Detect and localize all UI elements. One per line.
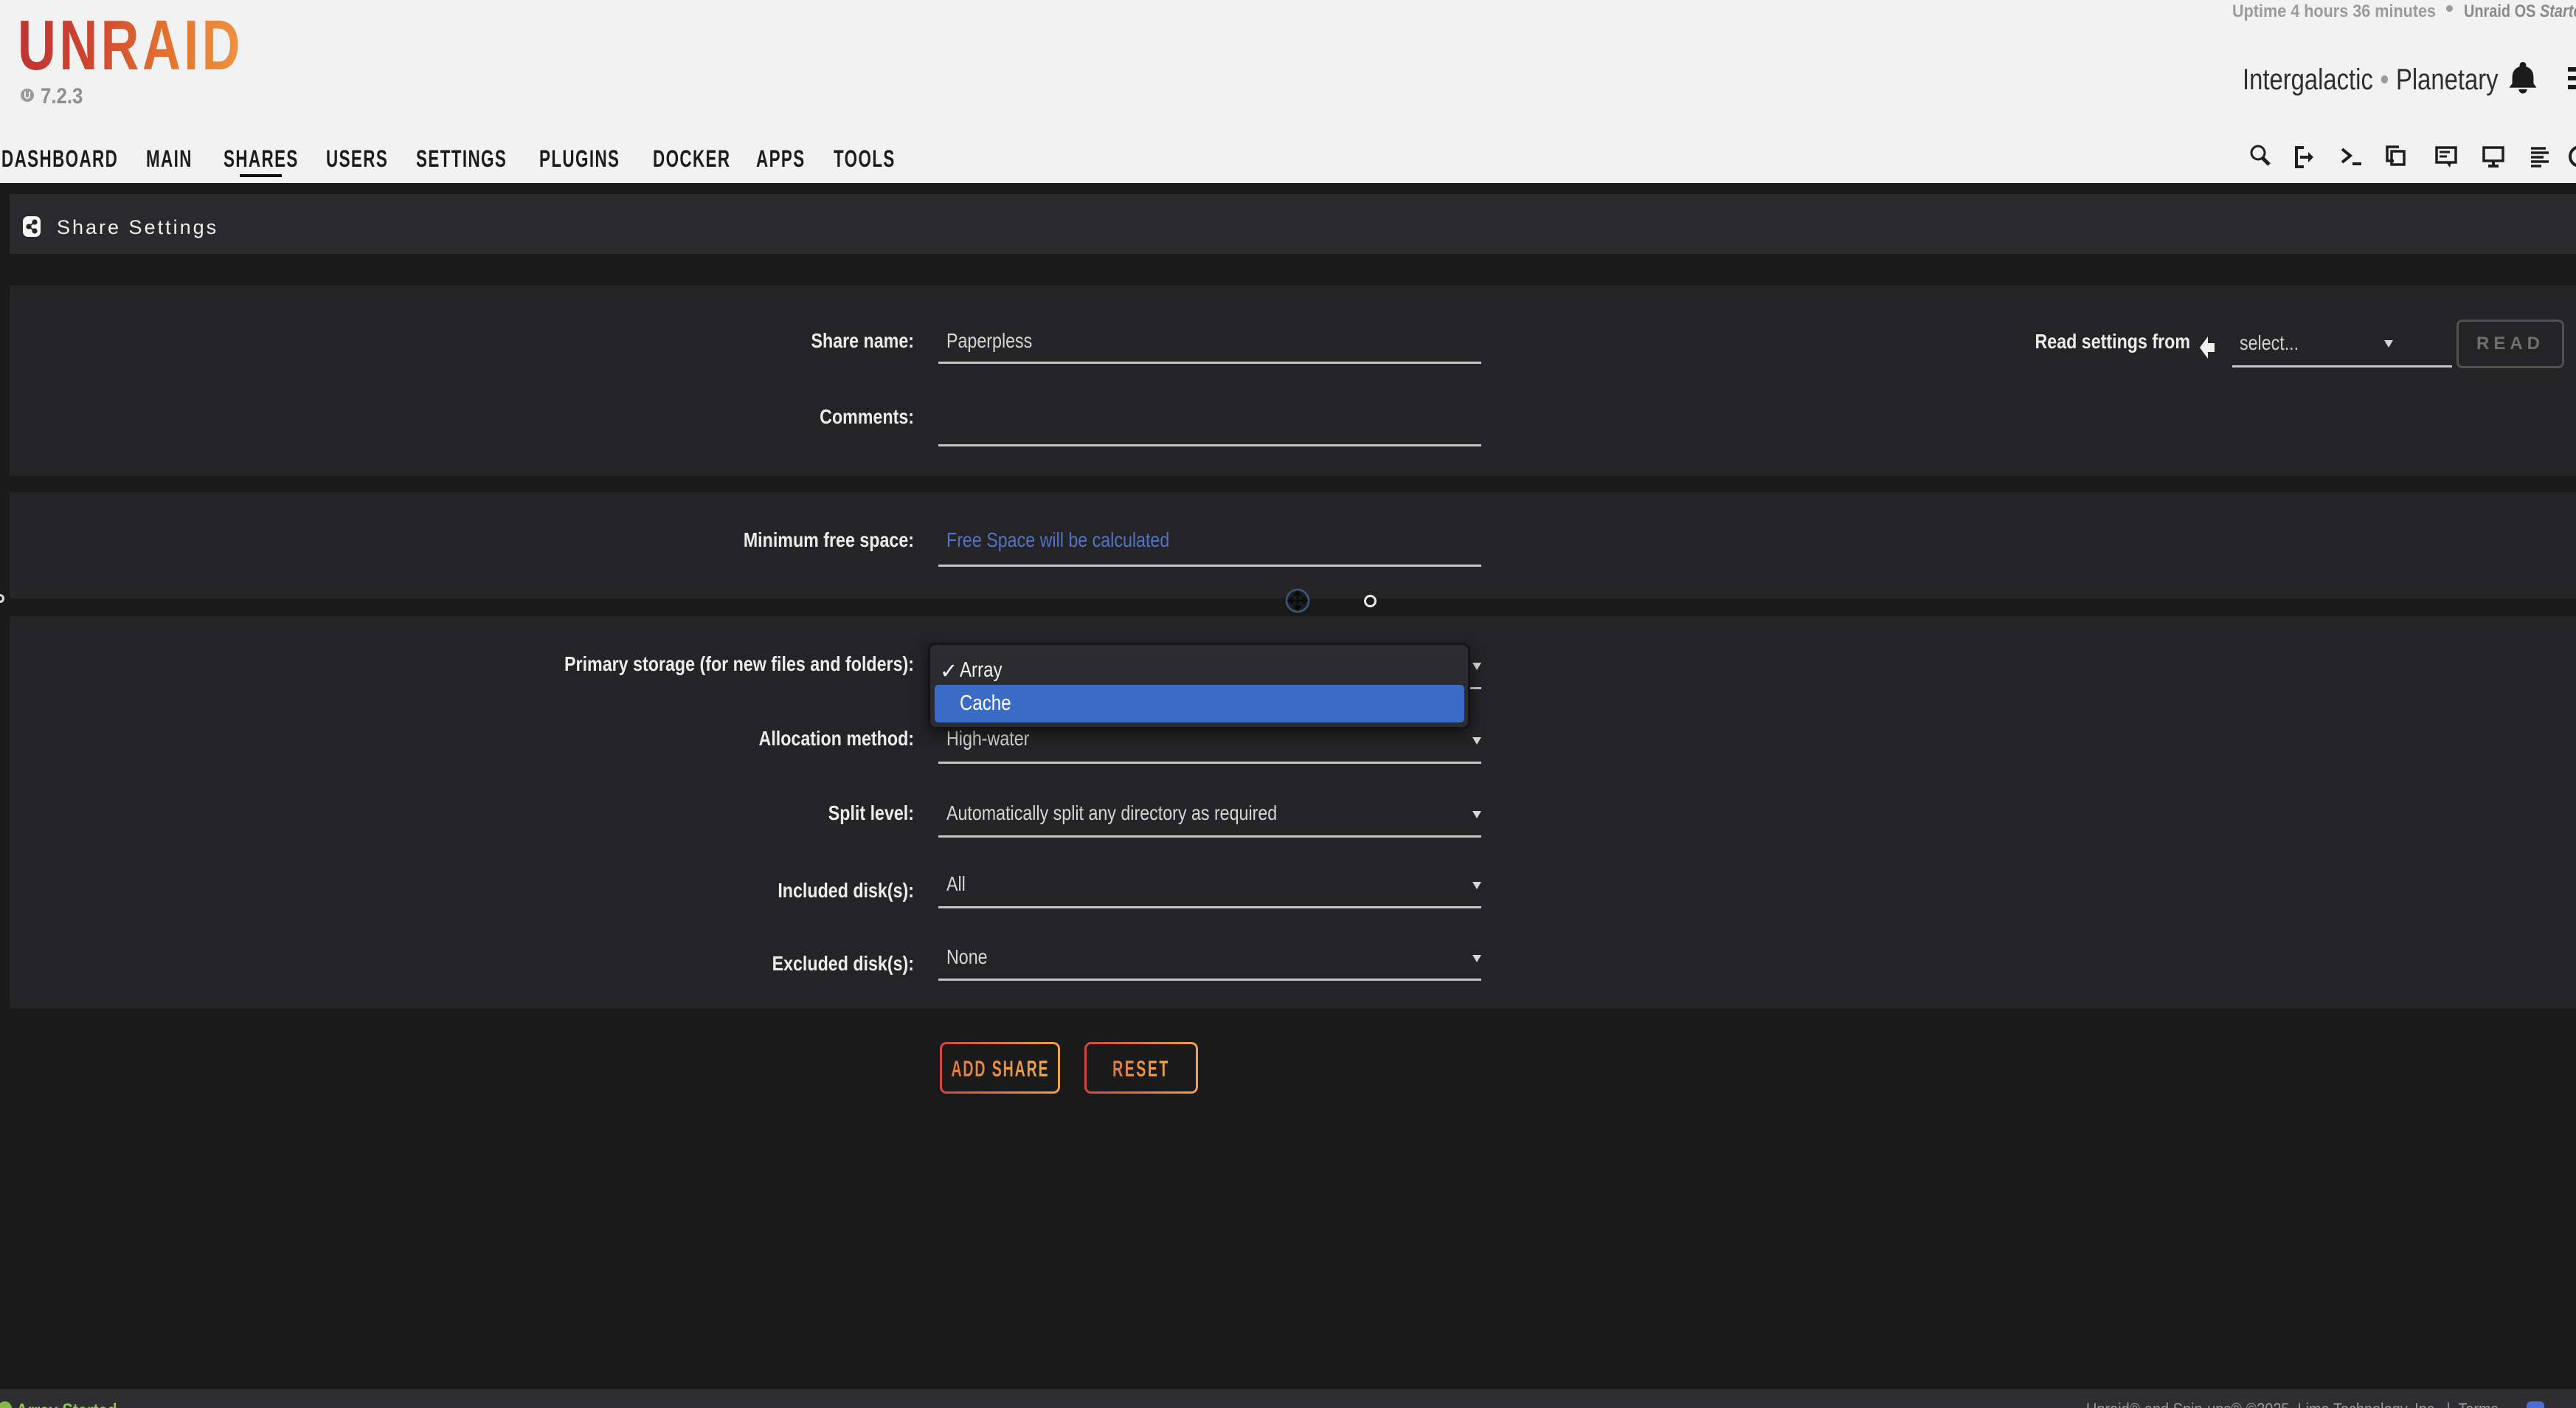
svg-text:UNRAID: UNRAID bbox=[18, 15, 243, 74]
